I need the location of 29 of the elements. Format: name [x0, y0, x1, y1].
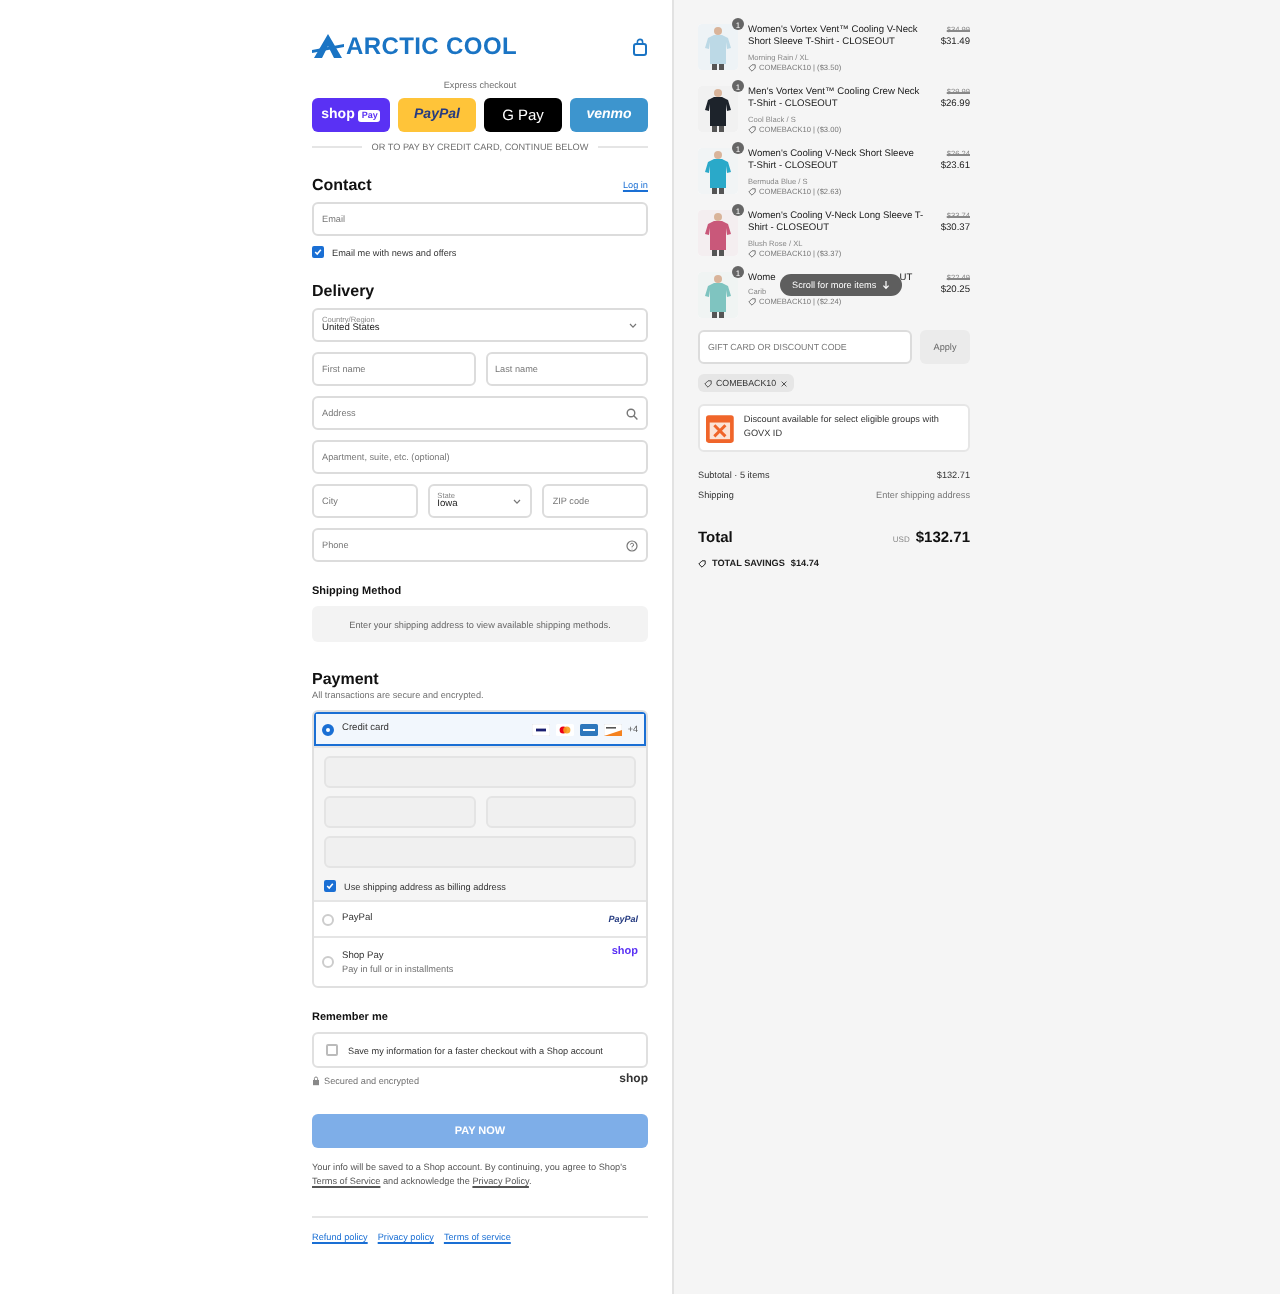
- logo-text: ARCTIC COOL: [346, 32, 518, 60]
- mastercard-icon: [555, 723, 574, 735]
- discover-icon: [603, 723, 622, 735]
- tag-icon: [698, 559, 706, 567]
- section-title: Contact: [312, 176, 372, 194]
- govx-logo-icon: [706, 413, 734, 443]
- checkbox[interactable]: [312, 246, 324, 258]
- close-icon[interactable]: [780, 379, 789, 387]
- tag-icon: [748, 125, 756, 134]
- checkbox[interactable]: [326, 1044, 338, 1056]
- chevron-icon: [628, 321, 638, 329]
- tag-icon: [748, 187, 756, 196]
- visa-icon: [531, 723, 550, 735]
- checkbox[interactable]: [324, 880, 336, 892]
- tag-icon: [748, 298, 756, 307]
- section-title: Payment: [312, 670, 379, 688]
- lock-icon: [312, 1075, 320, 1085]
- search-icon: [626, 407, 638, 419]
- chevron-icon: [512, 497, 523, 505]
- arrow-down-icon: [882, 280, 891, 290]
- logo-icon: [312, 32, 344, 60]
- radio-button[interactable]: [322, 723, 334, 735]
- amex-icon: [579, 723, 598, 735]
- section-title: Delivery: [312, 282, 375, 300]
- bag-icon[interactable]: [632, 37, 648, 55]
- tag-icon: [748, 63, 756, 72]
- tag-icon: [704, 379, 712, 387]
- help-icon: [626, 539, 638, 551]
- tag-icon: [748, 249, 756, 258]
